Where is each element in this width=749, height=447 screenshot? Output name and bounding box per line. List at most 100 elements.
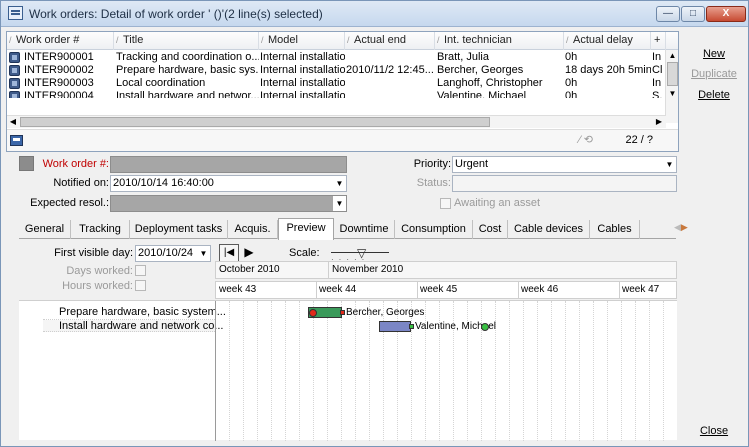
expected-resol-field[interactable]: ▼: [110, 195, 347, 212]
gantt-gridline: [369, 301, 370, 441]
column-header-work-order[interactable]: / Work order #: [7, 32, 114, 50]
tab-acquis[interactable]: Acquis.: [228, 220, 278, 239]
chevron-down-icon[interactable]: ▼: [333, 176, 346, 191]
chevron-down-icon[interactable]: ▼: [663, 157, 676, 172]
week-divider: [417, 282, 418, 299]
gantt-gridline: [229, 301, 230, 441]
scroll-up-icon[interactable]: ▲: [667, 50, 678, 61]
sort-indicator-icon: /: [437, 35, 440, 45]
gantt-gridline: [551, 301, 552, 441]
next-period-button[interactable]: ▶: [241, 244, 257, 262]
notified-on-field[interactable]: 2010/10/14 16:40:00 ▼: [110, 175, 347, 192]
green-milestone-icon: [481, 323, 489, 331]
status-field: [452, 175, 677, 192]
gantt-month-header: October 2010 November 2010: [215, 261, 677, 279]
maximize-button[interactable]: □: [681, 6, 705, 22]
awaiting-asset-checkbox[interactable]: [440, 198, 451, 209]
window-app-icon: [8, 6, 23, 20]
bar-end-marker: [340, 310, 345, 315]
scroll-down-icon[interactable]: ▼: [667, 88, 678, 99]
close-window-button[interactable]: X: [706, 6, 746, 22]
sort-indicator-icon: /: [347, 35, 350, 45]
gantt-task-name[interactable]: Prepare hardware, basic system...: [59, 306, 226, 319]
add-column-button[interactable]: +: [651, 32, 666, 50]
tab-scroll-right-icon[interactable]: ▶: [681, 222, 688, 232]
filter-icon[interactable]: ⁄ ⟲: [579, 133, 593, 146]
priority-select[interactable]: Urgent ▼: [452, 156, 677, 173]
tab-deployment-tasks[interactable]: Deployment tasks: [130, 220, 228, 239]
days-worked-checkbox[interactable]: [135, 265, 146, 276]
table-row[interactable]: INTER900001 Tracking and coordination o.…: [7, 51, 678, 64]
scroll-thumb[interactable]: [667, 62, 678, 86]
hours-worked-checkbox[interactable]: [135, 280, 146, 291]
gantt-splitter[interactable]: [215, 301, 216, 441]
new-button[interactable]: New: [684, 44, 744, 64]
minimize-button[interactable]: —: [656, 6, 680, 22]
gantt-task-bar[interactable]: [379, 321, 411, 332]
cell-actual-end: [345, 77, 435, 90]
tab-cost[interactable]: Cost: [473, 220, 508, 239]
work-order-icon: [9, 65, 20, 76]
red-milestone-icon: [309, 309, 317, 317]
tab-downtime[interactable]: Downtime: [334, 220, 395, 239]
sort-indicator-icon: /: [566, 35, 569, 45]
cell-work-order: INTER900002: [24, 64, 94, 76]
work-orders-window: Work orders: Detail of work order ' ()'(…: [0, 0, 749, 447]
tab-cable-devices[interactable]: Cable devices: [508, 220, 590, 239]
column-header-actual-delay[interactable]: / Actual delay: [564, 32, 651, 50]
cell-title: Local coordination: [116, 77, 206, 89]
sort-indicator-icon: /: [9, 35, 12, 45]
week-label: week 47: [622, 284, 660, 295]
horizontal-scrollbar[interactable]: ◀ ▶: [7, 115, 666, 128]
table-row[interactable]: INTER900002 Prepare hardware, basic sys.…: [7, 64, 678, 77]
work-order-icon: [9, 52, 20, 63]
table-row[interactable]: INTER900003 Local coordination Internal …: [7, 77, 678, 90]
gantt-gridline: [523, 301, 524, 441]
gantt-gridline: [579, 301, 580, 441]
work-order-field[interactable]: [110, 156, 347, 173]
cell-actual-end: 2010/11/2 12:45...: [346, 64, 434, 76]
week-divider: [518, 282, 519, 299]
delete-button[interactable]: Delete: [684, 85, 744, 105]
cell-actual-end: [345, 90, 435, 98]
month-label: November 2010: [332, 264, 404, 275]
scroll-left-icon[interactable]: ◀: [7, 116, 19, 128]
gantt-chart[interactable]: Prepare hardware, basic system... Instal…: [19, 300, 677, 441]
scroll-right-icon[interactable]: ▶: [653, 116, 665, 128]
first-visible-day-select[interactable]: 2010/10/24 ▼: [135, 245, 211, 262]
tab-tracking[interactable]: Tracking: [71, 220, 130, 239]
scale-slider-knob-icon[interactable]: ▽: [357, 246, 366, 260]
cell-actual-delay: 0h: [565, 90, 578, 98]
list-options-icon[interactable]: [10, 135, 23, 146]
vertical-scrollbar[interactable]: ▲ ▼: [665, 50, 678, 123]
tab-scroll-arrows[interactable]: ◀▶: [674, 222, 688, 233]
gantt-gridline: [327, 301, 328, 441]
close-button[interactable]: Close: [684, 421, 744, 441]
table-row[interactable]: INTER900004 Install hardware and networ.…: [7, 90, 678, 98]
expected-resol-label: Expected resol.:: [30, 197, 109, 209]
tab-preview[interactable]: Preview: [278, 218, 334, 240]
tab-consumption[interactable]: Consumption: [395, 220, 473, 239]
tab-cables[interactable]: Cables: [590, 220, 640, 239]
task-technician-label: Bercher, Georges: [346, 307, 425, 318]
notified-on-value: 2010/10/14 16:40:00: [113, 177, 214, 189]
gantt-task-name[interactable]: Install hardware and network co...: [59, 320, 223, 333]
horizontal-scroll-thumb[interactable]: [20, 117, 490, 127]
chevron-down-icon[interactable]: ▼: [333, 196, 346, 211]
column-header-actual-end[interactable]: / Actual end: [345, 32, 435, 50]
gantt-gridline: [285, 301, 286, 441]
go-to-start-button[interactable]: |◀: [219, 244, 239, 262]
tab-scroll-left-icon[interactable]: ◀: [674, 222, 681, 232]
scale-slider[interactable]: ····· ▽: [331, 246, 391, 264]
cell-technician: Bratt, Julia: [437, 51, 489, 63]
gantt-gridline: [537, 301, 538, 441]
column-header-int-technician[interactable]: / Int. technician: [435, 32, 564, 50]
tab-general[interactable]: General: [19, 220, 71, 239]
sort-indicator-icon: /: [116, 35, 119, 45]
chevron-down-icon[interactable]: ▼: [197, 246, 210, 261]
column-header-title[interactable]: / Title: [114, 32, 259, 50]
column-header-model[interactable]: / Model: [259, 32, 345, 50]
duplicate-button[interactable]: Duplicate: [684, 64, 744, 84]
work-order-list[interactable]: / Work order # / Title / Model / Actual end …: [6, 31, 679, 152]
work-order-label: Work order #:: [42, 158, 109, 170]
